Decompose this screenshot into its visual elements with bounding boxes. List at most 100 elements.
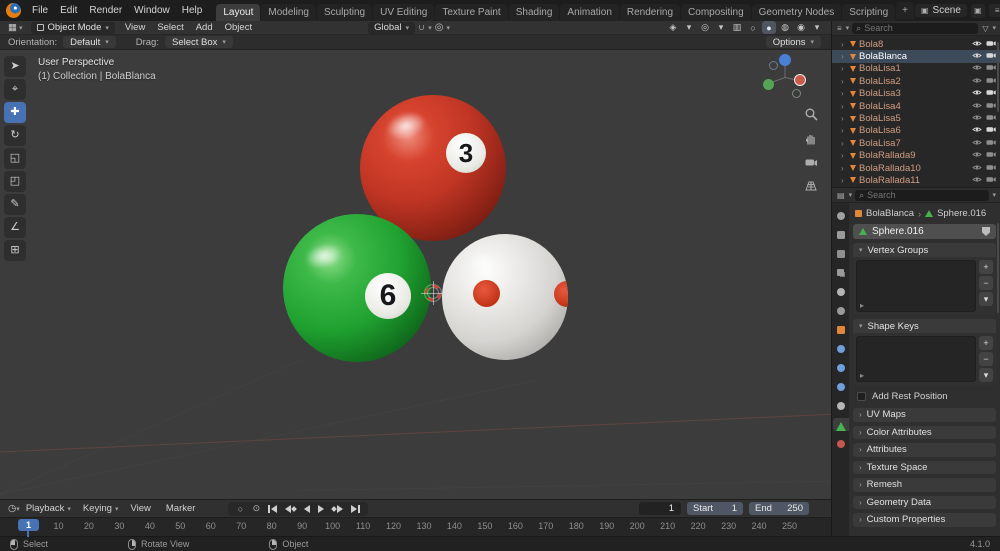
y-axis-handle[interactable] xyxy=(763,79,774,90)
viewport-menu-Select[interactable]: Select xyxy=(151,21,189,34)
expand-icon[interactable]: › xyxy=(841,40,847,49)
properties-tab-scene[interactable] xyxy=(833,285,849,298)
properties-tab-constraints[interactable] xyxy=(833,399,849,412)
editor-type-button[interactable]: ▦ ▾ xyxy=(4,22,27,33)
workspace-tab-Sculpting[interactable]: Sculpting xyxy=(316,4,373,21)
toggle-xray-icon[interactable]: ▥ xyxy=(730,21,744,34)
properties-tab-modifiers[interactable] xyxy=(833,342,849,355)
perspective-toggle-icon[interactable] xyxy=(803,178,819,194)
outliner-item-BolaRallada9[interactable]: › BolaRallada9 xyxy=(832,150,1000,162)
expand-icon[interactable]: › xyxy=(841,102,847,111)
workspace-tab-Rendering[interactable]: Rendering xyxy=(619,4,681,21)
3d-viewport[interactable]: User Perspective (1) Collection | BolaBl… xyxy=(0,50,831,499)
vertex-group-specials-button[interactable]: ▾ xyxy=(979,292,993,306)
disable-render-camera-icon[interactable] xyxy=(986,76,996,87)
properties-tab-tool[interactable] xyxy=(833,209,849,222)
workspace-tab-Scripting[interactable]: Scripting xyxy=(842,4,896,21)
properties-panel[interactable]: › Geometry Data xyxy=(853,495,996,509)
properties-tab-physics[interactable] xyxy=(833,380,849,393)
view-layer-selector[interactable]: ≡ ViewLayer xyxy=(988,4,1000,17)
frame-start-field[interactable]: Start 1 xyxy=(687,502,743,515)
new-scene-button[interactable]: ▣ xyxy=(970,3,985,18)
breadcrumb-data[interactable]: Sphere.016 xyxy=(937,208,986,219)
disable-render-camera-icon[interactable] xyxy=(986,125,996,136)
properties-panel[interactable]: › Attributes xyxy=(853,443,996,457)
menu-Edit[interactable]: Edit xyxy=(54,3,83,18)
properties-tab-view-layer[interactable] xyxy=(833,266,849,279)
disable-render-camera-icon[interactable] xyxy=(986,51,996,62)
x-axis-handle[interactable] xyxy=(794,74,806,86)
add-rest-position-row[interactable]: Add Rest Position xyxy=(853,389,996,403)
vertex-groups-list[interactable]: ▸ xyxy=(856,260,976,312)
viewport-menu-Add[interactable]: Add xyxy=(190,21,219,34)
current-frame-field[interactable]: 1 xyxy=(639,502,681,515)
remove-vertex-group-button[interactable]: − xyxy=(979,276,993,290)
menu-Window[interactable]: Window xyxy=(128,3,176,18)
workspace-tab-Geometry Nodes[interactable]: Geometry Nodes xyxy=(751,4,842,21)
timeline-ruler[interactable]: 1 11020304050607080901001101201301401501… xyxy=(0,517,831,537)
playhead[interactable]: 1 xyxy=(18,519,39,531)
proportional-editing-icon[interactable]: ◎ xyxy=(432,22,447,33)
outliner-search[interactable]: ⌕ xyxy=(852,22,979,34)
hide-eye-icon[interactable] xyxy=(972,101,982,112)
play-button[interactable] xyxy=(315,503,327,515)
cursor-tool[interactable]: ⌖ xyxy=(4,79,26,100)
add-cube-tool[interactable]: ⊞ xyxy=(4,240,26,261)
shape-key-specials-button[interactable]: ▾ xyxy=(979,368,993,382)
shading-dropdown-icon[interactable]: ▾ xyxy=(810,21,824,34)
frame-end-field[interactable]: End 250 xyxy=(749,502,809,515)
expand-icon[interactable]: › xyxy=(841,89,847,98)
scale-tool[interactable]: ◱ xyxy=(4,148,26,169)
shading-solid-icon[interactable]: ● xyxy=(762,21,776,34)
hide-eye-icon[interactable] xyxy=(972,113,982,124)
remove-shape-key-button[interactable]: − xyxy=(979,352,993,366)
blender-logo-icon[interactable] xyxy=(6,3,21,18)
z-axis-handle[interactable] xyxy=(779,54,791,66)
properties-editor-icon[interactable]: ▤ xyxy=(836,191,846,200)
hide-eye-icon[interactable] xyxy=(972,138,982,149)
expand-icon[interactable]: › xyxy=(841,126,847,135)
navigation-gizmo[interactable] xyxy=(762,54,808,100)
disable-render-camera-icon[interactable] xyxy=(986,175,996,186)
shape-keys-list[interactable]: ▸ xyxy=(856,336,976,382)
hide-eye-icon[interactable] xyxy=(972,76,982,87)
workspace-tab-Compositing[interactable]: Compositing xyxy=(681,4,751,21)
workspace-tab-UV Editing[interactable]: UV Editing xyxy=(373,4,435,21)
properties-scrollbar[interactable] xyxy=(997,223,999,313)
z-axis-negative-handle[interactable] xyxy=(769,61,778,70)
outliner-item-BolaBlanca[interactable]: › BolaBlanca xyxy=(832,50,1000,63)
auto-keying-button[interactable]: ○ xyxy=(233,503,247,515)
outliner-item-BolaLisa3[interactable]: › BolaLisa3 xyxy=(832,88,1000,100)
rotate-tool[interactable]: ↻ xyxy=(4,125,26,146)
orientation-dropdown[interactable]: Default ▾ xyxy=(63,36,116,48)
properties-panel[interactable]: › UV Maps xyxy=(853,408,996,422)
properties-tab-object-data[interactable] xyxy=(832,418,849,431)
disable-render-camera-icon[interactable] xyxy=(986,113,996,124)
workspace-tab-Shading[interactable]: Shading xyxy=(508,4,560,21)
measure-tool[interactable]: ∠ xyxy=(4,217,26,238)
expand-icon[interactable]: › xyxy=(841,151,847,160)
properties-tab-particles[interactable] xyxy=(833,361,849,374)
expand-icon[interactable]: › xyxy=(841,164,847,173)
mesh-name-field[interactable]: Sphere.016 xyxy=(853,224,996,239)
hide-eye-icon[interactable] xyxy=(972,125,982,136)
annotate-tool[interactable]: ✎ xyxy=(4,194,26,215)
play-reverse-button[interactable] xyxy=(301,503,313,515)
outliner-item-BolaLisa7[interactable]: › BolaLisa7 xyxy=(832,137,1000,149)
white-ball-object[interactable] xyxy=(442,234,568,360)
filter-icon[interactable]: ▽ xyxy=(981,24,989,33)
timeline-editor-icon[interactable]: ◷ xyxy=(8,503,16,514)
disable-render-camera-icon[interactable] xyxy=(986,163,996,174)
outliner-item-BolaLisa2[interactable]: › BolaLisa2 xyxy=(832,75,1000,87)
add-workspace-button[interactable]: + xyxy=(896,2,914,19)
properties-tab-output[interactable] xyxy=(833,247,849,260)
prev-keyframe-button[interactable] xyxy=(282,503,299,515)
expand-icon[interactable]: › xyxy=(841,64,847,73)
disable-render-camera-icon[interactable] xyxy=(986,63,996,74)
expand-icon[interactable]: › xyxy=(841,52,847,61)
zoom-icon[interactable] xyxy=(803,106,819,122)
expand-icon[interactable]: › xyxy=(841,114,847,123)
select-box-tool[interactable]: ➤ xyxy=(4,56,26,77)
properties-tab-world[interactable] xyxy=(833,304,849,317)
drag-dropdown[interactable]: Select Box ▾ xyxy=(164,36,233,48)
